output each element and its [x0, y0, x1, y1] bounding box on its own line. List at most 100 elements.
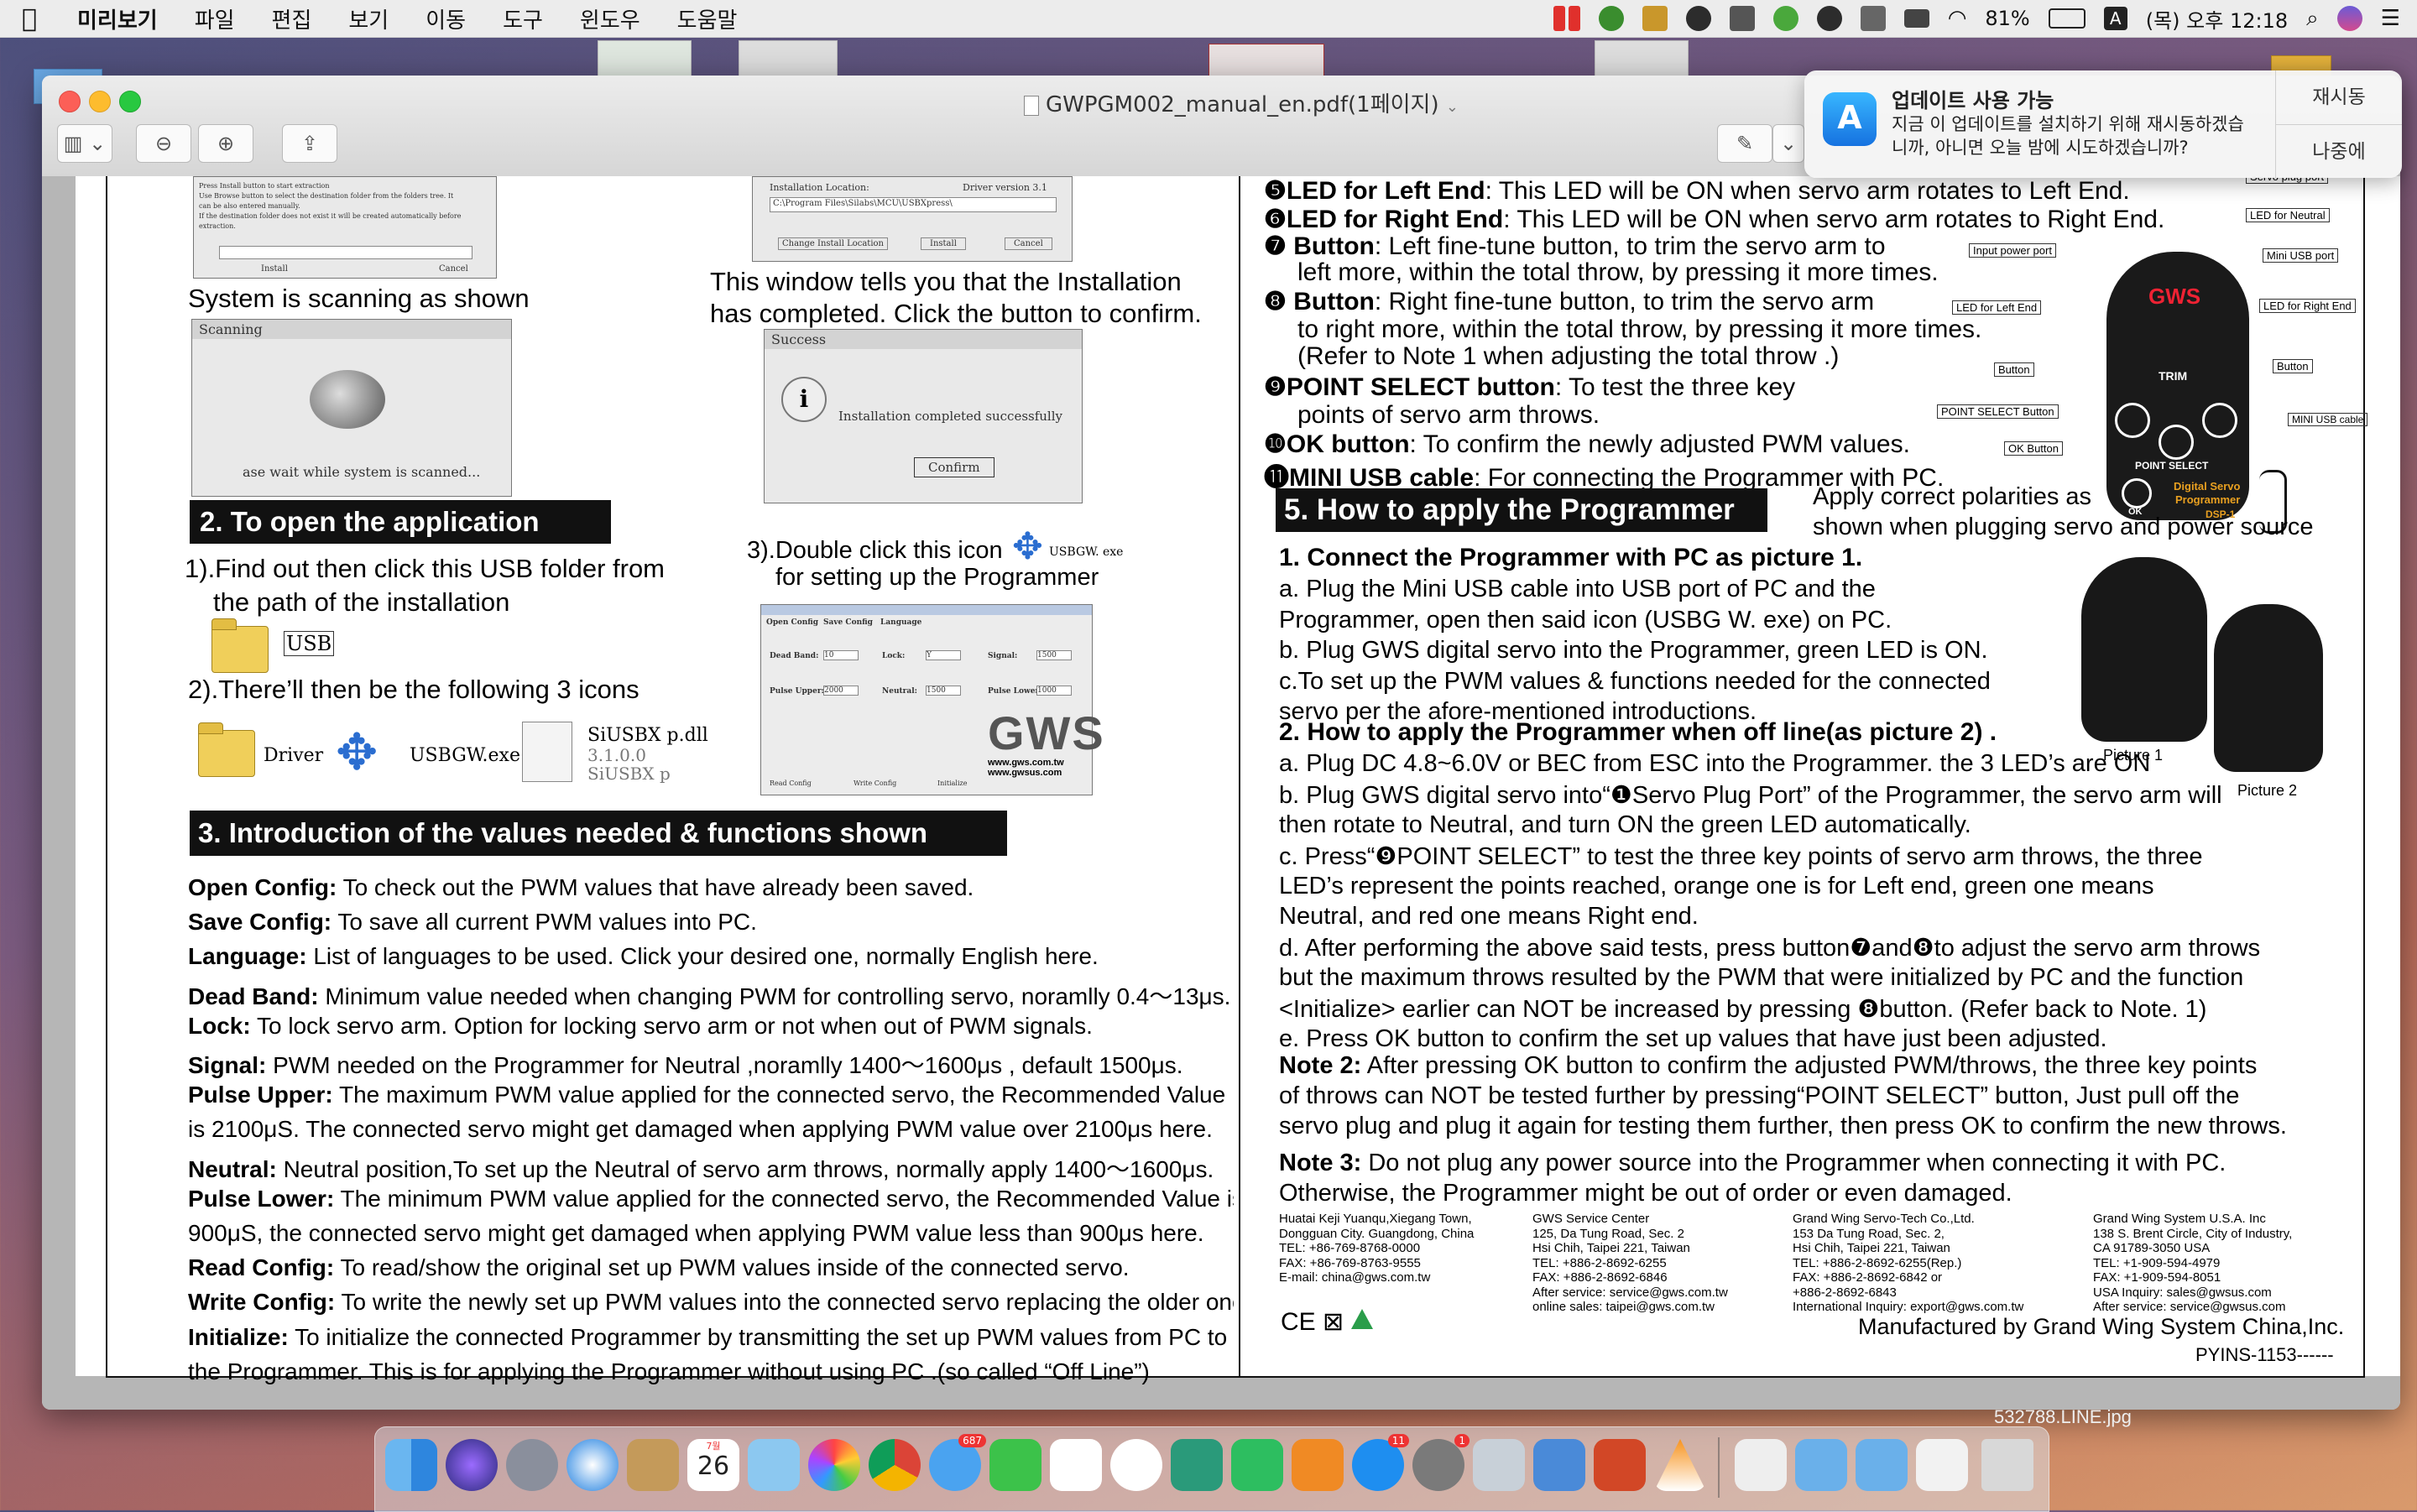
infinity-status-icon[interactable] — [1816, 6, 1842, 31]
wand-status-icon[interactable] — [1860, 6, 1886, 31]
menu-view[interactable]: 보기 — [330, 3, 407, 34]
sidebar-toggle-button[interactable]: ▥ ⌄ — [57, 124, 112, 163]
sidebar-icon: ▥ ⌄ — [63, 132, 107, 155]
address-text: TEL: +1-909-594-4979 — [2093, 1255, 2221, 1270]
step-text: a. Plug the Mini USB cable into USB port… — [1279, 576, 1876, 602]
minimize-window-button[interactable] — [89, 91, 111, 112]
markup-toolbar-button[interactable]: ✎ — [1717, 124, 1772, 163]
address-text: Hsi Chih, Taipei 221, Taiwan — [1532, 1241, 1690, 1255]
shield-status-icon[interactable] — [1642, 6, 1668, 31]
desktop-file-label[interactable]: 532788.LINE.jpg — [1994, 1406, 2132, 1428]
share-button[interactable]: ⇪ — [282, 124, 337, 163]
remote-desktop-icon[interactable] — [1533, 1439, 1585, 1491]
address-line: Grand Wing Servo-Tech Co.,Ltd. — [1793, 1212, 1975, 1226]
address-line: 138 S. Brent Circle, City of Industry, — [2093, 1227, 2292, 1241]
update-notification[interactable]: 업데이트 사용 가능 지금 이 업데이트를 설치하기 위해 재시동하겠습 니까,… — [1804, 70, 2402, 178]
numbers-icon[interactable] — [1050, 1439, 1102, 1491]
documents-folder-icon[interactable] — [1856, 1439, 1908, 1491]
initialize-button-image: Initialize — [937, 779, 968, 787]
notification-center-icon[interactable]: ☰ — [2381, 6, 2400, 31]
battery-percent[interactable]: 81% — [1985, 7, 2029, 30]
vlc-icon[interactable] — [1654, 1439, 1706, 1491]
battery-icon[interactable] — [2048, 8, 2086, 29]
calendar-icon[interactable]: 7월 26 — [687, 1439, 739, 1491]
restart-button[interactable]: 재시동 — [2276, 70, 2402, 124]
component-line: ❻LED for Right End: This LED will be ON … — [1264, 205, 2164, 234]
siri-dock-icon[interactable] — [446, 1439, 498, 1491]
preview-icon[interactable] — [1473, 1439, 1525, 1491]
maps-icon[interactable] — [748, 1439, 800, 1491]
install-button-image: Install — [261, 264, 288, 274]
pdf-page-left: Press Install button to start extraction… — [76, 176, 1267, 1384]
zip-file-icon[interactable] — [1735, 1439, 1787, 1491]
menu-edit[interactable]: 편집 — [253, 3, 331, 34]
launchpad-icon[interactable] — [506, 1439, 558, 1491]
later-button[interactable]: 나중에 — [2276, 124, 2402, 178]
component-description: left more, within the total throw, by pr… — [1297, 258, 1939, 286]
downloads-stack-icon[interactable] — [1916, 1439, 1968, 1491]
ibooks-icon[interactable] — [1292, 1439, 1344, 1491]
menubar-clock[interactable]: (목) 오후 12:18 — [2146, 4, 2288, 34]
zoom-window-button[interactable] — [119, 91, 141, 112]
siri-icon[interactable] — [2336, 6, 2362, 31]
applications-folder-icon[interactable] — [1795, 1439, 1847, 1491]
parallels-icon[interactable] — [1553, 6, 1565, 31]
notes-app-icon[interactable] — [627, 1439, 679, 1491]
printer-status-icon[interactable] — [1729, 6, 1755, 31]
kakaotalk-status-icon[interactable] — [1598, 6, 1624, 31]
menu-go[interactable]: 이동 — [407, 3, 484, 34]
note2-line2: of throws can NOT be tested further by p… — [1279, 1082, 2240, 1109]
step-text: c.To set up the PWM values & functions n… — [1279, 667, 1991, 695]
definition-line: the Programmer. This is for applying the… — [188, 1358, 1150, 1385]
facetime-icon[interactable] — [989, 1439, 1041, 1491]
address-text: 125, Da Tung Road, Sec. 2 — [1532, 1226, 1684, 1241]
zoom-in-button[interactable]: ⊕ — [198, 124, 253, 163]
safari-icon[interactable] — [566, 1439, 619, 1491]
wifi-icon[interactable]: ◠ — [1948, 6, 1967, 31]
chrome-icon[interactable] — [869, 1439, 921, 1491]
powerpoint-icon[interactable] — [1594, 1439, 1646, 1491]
menu-tools[interactable]: 도구 — [484, 3, 561, 34]
airplay-icon[interactable] — [1903, 9, 1929, 28]
offline-step: b. Plug GWS digital servo into“❶Servo Pl… — [1279, 780, 2222, 810]
manufacturer-line: Manufactured by Grand Wing System China,… — [1858, 1314, 2345, 1339]
app-store-dock-icon[interactable]: 11 — [1352, 1434, 1409, 1491]
definition-text: List of languages to be used. Click your… — [306, 943, 1099, 970]
photos-icon[interactable] — [808, 1439, 860, 1491]
address-line: TEL: +1-909-594-4979 — [2093, 1256, 2220, 1270]
close-window-button[interactable] — [59, 91, 81, 112]
address-line: Grand Wing System U.S.A. Inc — [2093, 1212, 2266, 1226]
apple-menu-icon[interactable]:  — [0, 4, 59, 34]
address-text: Hsi Chih, Taipei 221, Taiwan — [1793, 1241, 1950, 1255]
markup-dropdown-button[interactable]: ⌄ — [1772, 124, 1804, 163]
finder-icon[interactable] — [385, 1439, 437, 1491]
right-button-image — [2202, 403, 2237, 438]
definition-term: Write Config: — [188, 1289, 336, 1316]
menu-app-name[interactable]: 미리보기 — [59, 3, 176, 34]
definition-text: To check out the PWM values that have al… — [337, 874, 974, 900]
left-button-image — [2115, 403, 2150, 438]
label-ok-button: OK Button — [2004, 441, 2063, 456]
pdf-content-area[interactable]: Press Install button to start extraction… — [42, 176, 2400, 1410]
evernote-icon[interactable] — [1231, 1439, 1283, 1491]
atom-app-icon[interactable] — [1171, 1439, 1223, 1491]
definition-text: the Programmer. This is for applying the… — [188, 1358, 1150, 1384]
input-source-icon[interactable]: A — [2103, 7, 2127, 30]
menu-help[interactable]: 도움말 — [659, 3, 756, 34]
step2-text: 2).There’ll then be the following 3 icon… — [188, 675, 639, 704]
net-status-icon[interactable] — [1772, 6, 1798, 31]
system-preferences-icon[interactable]: 1 — [1412, 1434, 1470, 1491]
app-field-label: Neutral: — [882, 687, 917, 696]
zoom-out-button[interactable]: ⊖ — [136, 124, 191, 163]
menu-file[interactable]: 파일 — [176, 3, 253, 34]
spotlight-search-icon[interactable]: ⌕ — [2306, 6, 2319, 32]
itunes-icon[interactable] — [1110, 1439, 1162, 1491]
app-status-icon[interactable] — [1685, 6, 1711, 31]
address-line: FAX: +1-909-594-8051 — [2093, 1270, 2221, 1285]
messages-icon[interactable]: 687 — [929, 1434, 986, 1491]
menu-window[interactable]: 윈도우 — [561, 3, 659, 34]
trash-icon[interactable] — [1981, 1439, 2033, 1491]
address-line: 153 Da Tung Road, Sec. 2, — [1793, 1227, 1945, 1241]
chevron-down-icon[interactable]: ⌄ — [1446, 98, 1459, 116]
window-title[interactable]: GWPGM002_manual_en.pdf(1페이지) ⌄ — [1024, 87, 1459, 118]
